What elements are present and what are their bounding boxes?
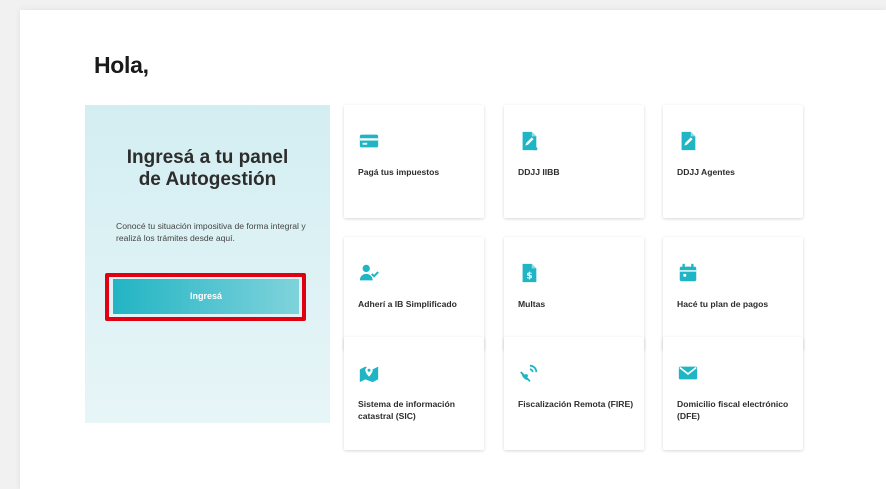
card-sic[interactable]: Sistema de información catastral (SIC) (344, 337, 484, 450)
card-plan-pagos[interactable]: Hacé tu plan de pagos (663, 237, 803, 350)
card-label: Sistema de información catastral (SIC) (358, 399, 455, 421)
card-adheri-ib[interactable]: Adherí a IB Simplificado (344, 237, 484, 350)
card-dfe[interactable]: Domicilio fiscal electrónico (DFE) (663, 337, 803, 450)
main-page: Hola, Ingresá a tu panel de Autogestión … (20, 10, 886, 489)
card-fire[interactable]: Fiscalización Remota (FIRE) (504, 337, 644, 450)
document-dollar-icon: $ (518, 262, 540, 284)
user-check-icon (358, 262, 380, 284)
card-label: DDJJ IIBB (518, 167, 560, 177)
satellite-icon (518, 362, 540, 384)
envelope-icon (677, 362, 699, 384)
autogestion-panel: Ingresá a tu panel de Autogestión Conocé… (85, 105, 330, 423)
card-label: Adherí a IB Simplificado (358, 299, 457, 309)
card-label: DDJJ Agentes (677, 167, 735, 177)
card-ddjj-agentes[interactable]: DDJJ Agentes (663, 105, 803, 218)
svg-text:$: $ (526, 271, 532, 282)
card-label: Domicilio fiscal electrónico (DFE) (677, 399, 789, 421)
login-button[interactable]: Ingresá (113, 279, 299, 314)
card-paga-impuestos[interactable]: Pagá tus impuestos (344, 105, 484, 218)
map-pin-icon (358, 362, 380, 384)
card-multas[interactable]: $ Multas (504, 237, 644, 350)
document-edit-icon (677, 130, 699, 152)
document-edit-icon (518, 130, 540, 152)
card-ddjj-iibb[interactable]: DDJJ IIBB (504, 105, 644, 218)
credit-card-icon (358, 130, 380, 152)
card-label: Hacé tu plan de pagos (677, 299, 769, 309)
greeting-heading: Hola, (94, 52, 149, 78)
panel-description: Conocé tu situación impositiva de forma … (116, 221, 306, 243)
card-label: Pagá tus impuestos (358, 167, 440, 177)
card-label: Multas (518, 299, 546, 309)
card-label: Fiscalización Remota (FIRE) (518, 399, 634, 409)
calendar-icon (677, 262, 699, 284)
panel-title: Ingresá a tu panel de Autogestión (126, 147, 289, 190)
